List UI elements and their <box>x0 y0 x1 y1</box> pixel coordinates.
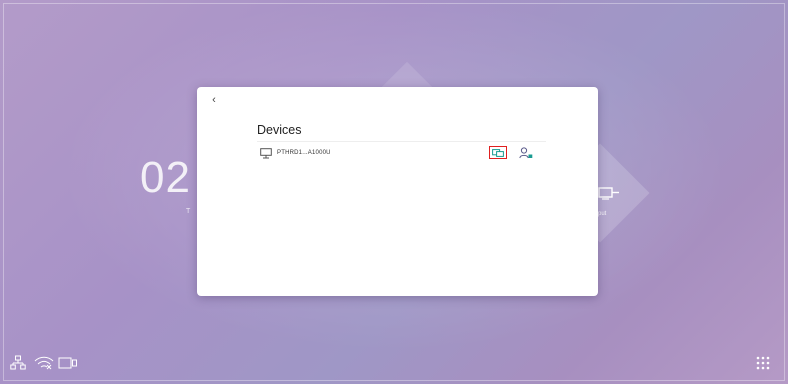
input-label: put <box>598 211 607 217</box>
wifi-off-icon[interactable] <box>34 355 54 371</box>
clock-time: 02 <box>140 153 191 202</box>
cast-button[interactable] <box>489 146 507 159</box>
screen-share-icon[interactable] <box>58 355 78 371</box>
cast-icon <box>492 148 504 157</box>
clock-subtitle: T <box>186 208 191 215</box>
divider <box>257 141 546 142</box>
apps-grid-icon[interactable] <box>756 356 770 370</box>
back-button[interactable]: ‹ <box>207 93 221 107</box>
device-row[interactable]: PTHRD1...A1000U <box>257 145 546 161</box>
device-name: PTHRD1...A1000U <box>277 150 331 156</box>
devices-dialog: ‹ Devices PTHRD1...A1000U <box>197 87 598 296</box>
dialog-title: Devices <box>257 123 302 137</box>
user-settings-icon[interactable] <box>519 147 533 159</box>
network-icon[interactable] <box>10 355 26 371</box>
input-source-icon <box>598 187 619 200</box>
monitor-icon <box>260 148 272 159</box>
